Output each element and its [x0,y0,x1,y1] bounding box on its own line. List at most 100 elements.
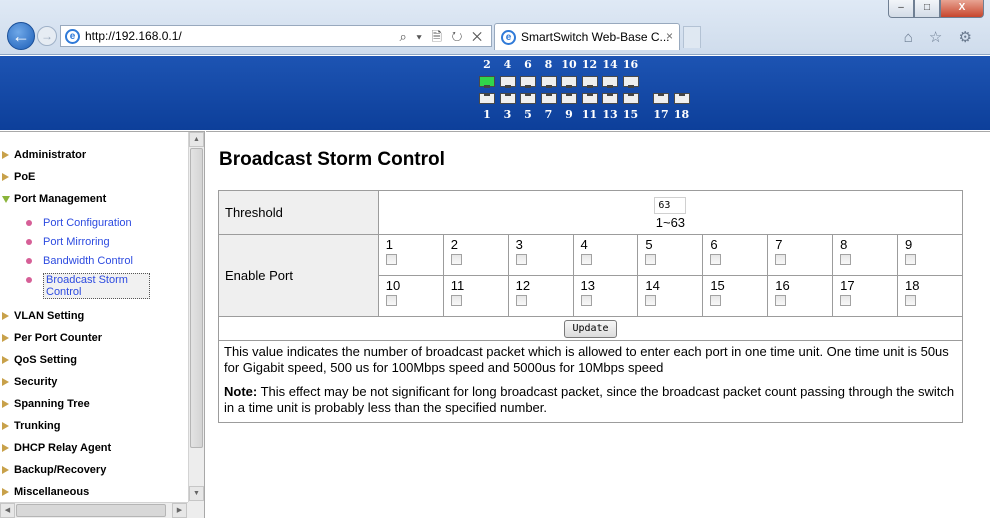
threshold-input[interactable]: 63 [654,196,687,214]
port-cell: 13 [572,275,639,317]
sidebar-item[interactable]: Spanning Tree [0,393,188,415]
port-enable-checkbox[interactable] [580,295,592,306]
arrow-icon [2,466,9,474]
sidebar-item[interactable]: Port Management [0,188,188,210]
new-tab-button[interactable] [683,26,701,48]
port-enable-checkbox[interactable] [710,295,722,306]
port-number: 15 [710,278,725,293]
port-label: 4 [503,58,512,71]
scroll-right-icon[interactable]: ▶ [172,503,187,518]
sidebar-item[interactable]: Trunking [0,415,188,437]
port-led-icon [540,93,557,104]
address-url[interactable]: http://192.168.0.1/ [85,29,182,43]
port-number: 9 [905,237,913,252]
port-label: 18 [673,108,690,121]
sidebar-subitem[interactable]: Port Configuration [0,214,188,233]
sidebar-item[interactable]: Security [0,371,188,393]
arrow-icon [2,173,9,181]
port-enable-checkbox[interactable] [515,254,527,265]
sidebar-item-label: Backup/Recovery [14,464,107,476]
sidebar-vertical-scrollbar[interactable]: ▲ ▼ [188,132,204,502]
port-cell: 5 [637,234,704,276]
port-enable-checkbox[interactable] [905,295,917,306]
update-cell: Update [218,316,963,341]
port-cell: 18 [897,275,963,317]
port-enable-checkbox[interactable] [840,254,852,265]
port-enable-checkbox[interactable] [710,254,722,265]
arrow-icon [2,444,9,452]
port-enable-checkbox[interactable] [905,254,917,265]
forward-button[interactable]: → [37,26,57,46]
port-led-icon [479,76,495,88]
sidebar-item[interactable]: PoE [0,166,188,188]
port-label: 6 [524,58,532,71]
switch-panel-banner: 2 4 6 8 10 12 14 16 1 3 5 7 9 11 13 15 17 18 [0,56,990,130]
port-enable-checkbox[interactable] [645,254,657,265]
port-enable-checkbox[interactable] [385,254,397,265]
minimize-button[interactable]: – [888,0,914,18]
threshold-range: 1~63 [655,214,686,230]
port-number: 12 [515,278,531,293]
arrow-icon [2,400,9,408]
port-cell: 14 [637,275,704,317]
port-number: 14 [645,278,660,293]
port-label: 9 [565,108,573,121]
port-cell: 11 [442,275,509,317]
port-label: 3 [503,108,512,121]
browser-tab[interactable]: e SmartSwitch Web-Base C... × [494,23,680,50]
enable-port-row-1: Enable Port 123456789 [218,234,963,317]
sidebar-item[interactable]: Backup/Recovery [0,459,188,481]
address-bar[interactable]: e http://192.168.0.1/ ⌕ ▾ 🗎 ↻ ✕ [60,25,492,47]
scroll-down-icon[interactable]: ▼ [189,486,204,501]
address-tools[interactable]: ⌕ ▾ 🗎 ↻ ✕ [399,28,485,50]
arrow-icon [2,334,9,342]
page-title: Broadcast Storm Control [219,149,445,170]
port-cell: 2 [442,234,509,276]
sidebar-item[interactable]: Per Port Counter [0,327,188,349]
sidebar-subitem-label: Port Configuration [43,217,132,229]
port-number: 8 [840,237,848,252]
sidebar-item[interactable]: Administrator [0,144,188,166]
scroll-left-icon[interactable]: ◀ [0,503,15,518]
sidebar-item-label: DHCP Relay Agent [14,442,112,454]
port-number: 16 [775,278,790,293]
port-enable-checkbox[interactable] [840,295,852,306]
scroll-up-icon[interactable]: ▲ [189,132,204,147]
sidebar-horizontal-scrollbar[interactable]: ◀ ▶ [0,502,188,518]
port-led-icon [581,76,598,88]
tab-close-icon[interactable]: × [666,29,673,43]
sidebar-subitem[interactable]: Bandwidth Control [0,252,188,271]
close-window-button[interactable]: X [940,0,984,18]
threshold-cell: 63 1~63 [377,190,964,235]
sidebar-item[interactable]: VLAN Setting [0,305,188,327]
port-enable-checkbox[interactable] [775,254,787,265]
port-led-icon [520,93,536,104]
port-enable-checkbox[interactable] [645,295,657,306]
update-button[interactable]: Update [564,319,617,338]
note-text: This effect may be not significant for l… [224,384,955,415]
port-enable-checkbox[interactable] [450,254,462,265]
port-enable-checkbox[interactable] [580,254,592,265]
sidebar-subitem[interactable]: Port Mirroring [0,233,188,252]
sidebar-item-label: Trunking [14,420,61,432]
port-label: 13 [602,108,618,121]
port-enable-checkbox[interactable] [775,295,787,306]
browser-toolbar-icons[interactable]: ⌂ ☆ ⚙ [904,28,978,46]
port-enable-checkbox[interactable] [515,295,527,306]
sidebar-item-label: Miscellaneous [14,486,90,498]
bullet-icon [26,258,32,264]
sidebar-subitem[interactable]: Broadcast Storm Control [0,271,150,305]
scroll-thumb[interactable] [190,148,203,448]
sidebar-item[interactable]: QoS Setting [0,349,188,371]
expanded-arrow-icon [2,196,10,203]
port-label: 11 [581,108,598,121]
port-enable-checkbox[interactable] [450,295,462,306]
port-led-icon [673,93,690,104]
maximize-button[interactable]: □ [914,0,940,18]
port-enable-checkbox[interactable] [385,295,397,306]
hscroll-thumb[interactable] [16,504,166,517]
note-paragraph: Note: This effect may be not significant… [224,384,956,416]
sidebar-item[interactable]: DHCP Relay Agent [0,437,188,459]
sidebar-item[interactable]: Miscellaneous [0,481,188,503]
back-button[interactable]: ← [7,22,35,50]
